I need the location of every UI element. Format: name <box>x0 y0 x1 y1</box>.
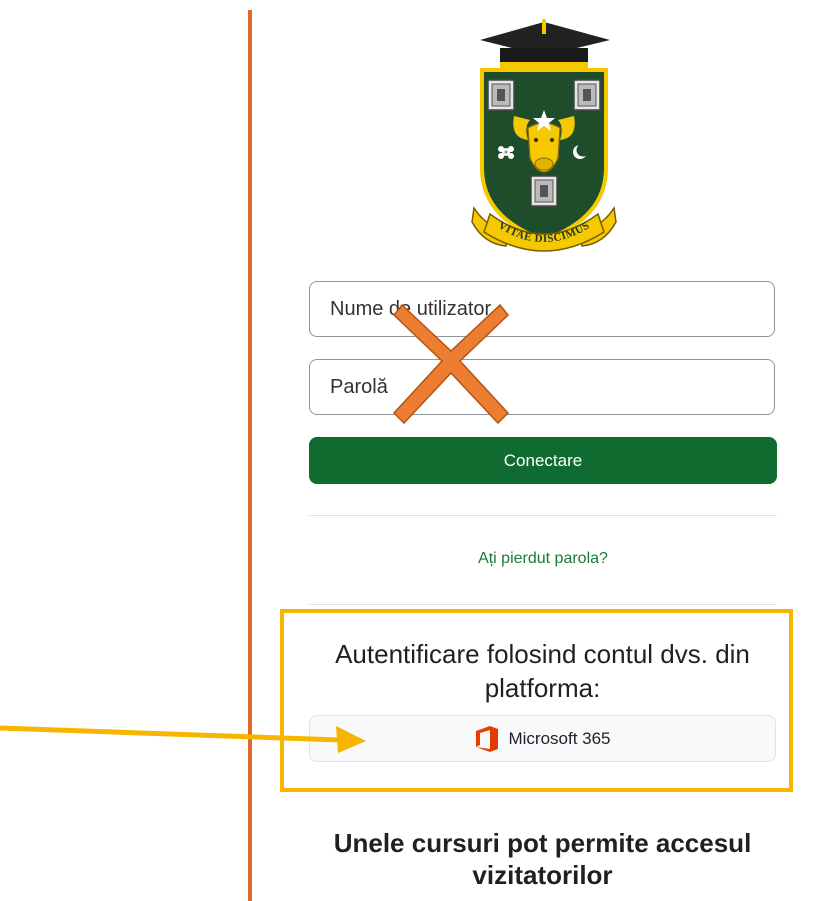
book-icon-left <box>487 79 515 111</box>
login-button[interactable]: Conectare <box>309 437 777 484</box>
office-icon <box>476 725 499 752</box>
divider <box>309 515 777 516</box>
lost-password-link[interactable]: Ați pierdut parola? <box>309 550 777 568</box>
microsoft-365-label: Microsoft 365 <box>508 728 611 748</box>
microsoft-365-login-button[interactable]: Microsoft 365 <box>309 715 776 762</box>
university-crest-logo: VITAE DISCIMUS <box>471 19 617 252</box>
orange-divider-line <box>248 10 252 901</box>
password-input[interactable] <box>309 359 775 415</box>
guest-access-heading: Unele cursuri pot permite accesul vizita… <box>333 828 752 890</box>
book-icon-bottom <box>530 175 558 207</box>
book-icon-right <box>573 79 601 111</box>
login-page: VITAE DISCIMUS Conectare Ați pierdut par… <box>0 0 827 901</box>
arrow-right-icon <box>0 725 366 753</box>
divider <box>309 604 777 605</box>
username-input[interactable] <box>309 281 775 337</box>
oauth-heading: Autentificare folosind contul dvs. din p… <box>335 639 750 703</box>
